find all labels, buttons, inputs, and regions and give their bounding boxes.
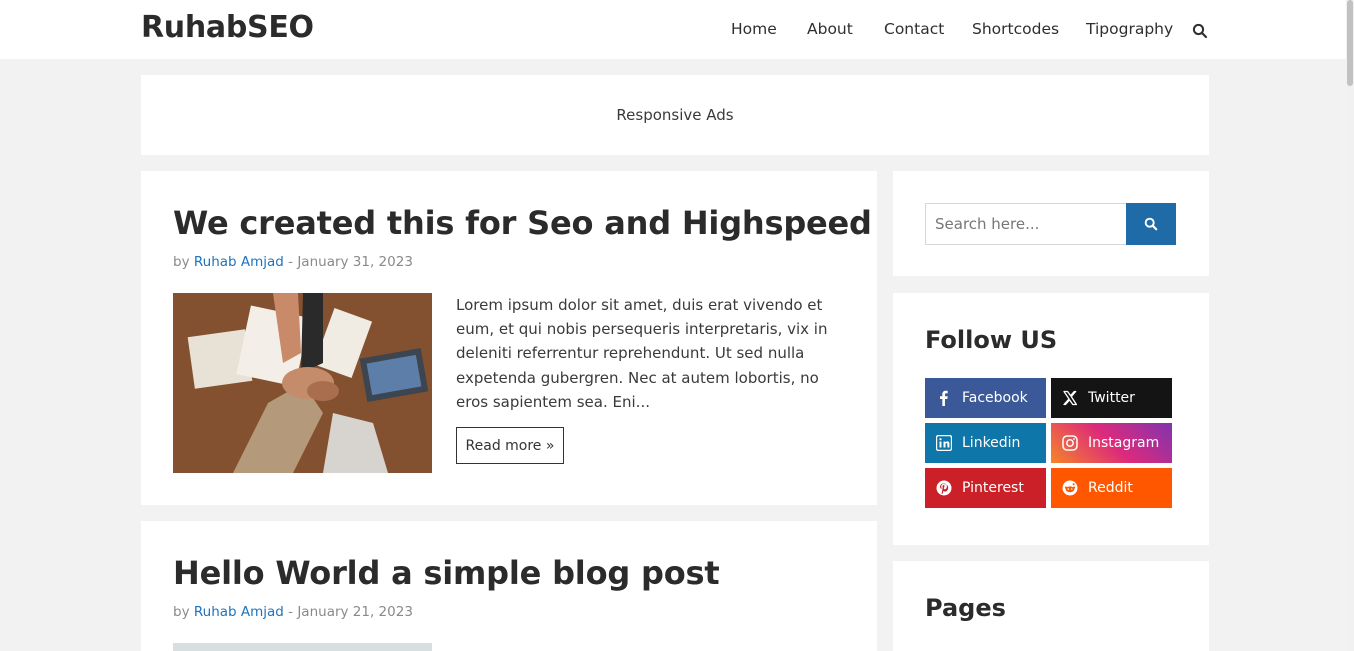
search-widget: Search here...	[893, 171, 1209, 276]
post-author-link[interactable]: Ruhab Amjad	[194, 254, 284, 270]
reddit-icon	[1062, 480, 1078, 496]
post-title[interactable]: Hello World a simple blog post	[173, 554, 720, 592]
instagram-button[interactable]: Instagram	[1051, 423, 1172, 463]
facebook-button[interactable]: Facebook	[925, 378, 1046, 418]
post-meta: by Ruhab Amjad - January 31, 2023	[173, 254, 413, 270]
post-meta-separator: -	[283, 254, 298, 270]
post-meta-separator: -	[283, 604, 298, 620]
post-card: Hello World a simple blog post by Ruhab …	[141, 521, 877, 651]
post-meta-by: by	[173, 604, 190, 620]
pages-widget: Pages	[893, 561, 1209, 651]
nav-item-about[interactable]: About	[807, 20, 853, 38]
linkedin-label: Linkedin	[962, 435, 1021, 451]
facebook-label: Facebook	[962, 390, 1028, 406]
pinterest-label: Pinterest	[962, 480, 1024, 496]
nav-item-shortcodes[interactable]: Shortcodes	[972, 20, 1059, 38]
reddit-button[interactable]: Reddit	[1051, 468, 1172, 508]
twitter-button[interactable]: Twitter	[1051, 378, 1172, 418]
post-date: January 21, 2023	[297, 604, 413, 620]
instagram-icon	[1062, 435, 1078, 451]
instagram-label: Instagram	[1088, 435, 1160, 451]
nav-item-tipography[interactable]: Tipography	[1086, 20, 1173, 38]
site-header: RuhabSEO Home About Contact Shortcodes T…	[0, 0, 1354, 59]
pinterest-button[interactable]: Pinterest	[925, 468, 1046, 508]
pinterest-icon	[936, 480, 952, 496]
post-title[interactable]: We created this for Seo and Highspeed	[173, 204, 872, 242]
ad-banner: Responsive Ads	[141, 75, 1209, 155]
scrollbar-thumb[interactable]	[1347, 0, 1353, 86]
post-excerpt: Lorem ipsum dolor sit amet, duis erat vi…	[456, 296, 828, 411]
facebook-icon	[936, 390, 952, 406]
search-icon[interactable]	[1192, 23, 1208, 39]
search-placeholder: Search here...	[935, 215, 1040, 233]
nav-item-contact[interactable]: Contact	[884, 20, 944, 38]
follow-widget: Follow US Facebook Twitter Linkedin Inst…	[893, 293, 1209, 545]
x-twitter-icon	[1062, 390, 1078, 406]
search-icon	[1144, 217, 1158, 231]
search-button[interactable]	[1126, 203, 1176, 245]
widget-title: Follow US	[925, 326, 1058, 354]
search-input[interactable]: Search here...	[925, 203, 1127, 245]
post-date: January 31, 2023	[297, 254, 413, 270]
main-nav: Home About Contact Shortcodes Tipography	[0, 20, 1354, 42]
post-thumbnail[interactable]	[173, 293, 432, 473]
post-meta-by: by	[173, 254, 190, 270]
read-more-button[interactable]: Read more »	[456, 427, 564, 464]
post-author-link[interactable]: Ruhab Amjad	[194, 604, 284, 620]
post-meta: by Ruhab Amjad - January 21, 2023	[173, 604, 413, 620]
post-thumbnail[interactable]	[173, 643, 432, 651]
twitter-label: Twitter	[1088, 390, 1135, 406]
linkedin-button[interactable]: Linkedin	[925, 423, 1046, 463]
page-scrollbar[interactable]	[1346, 0, 1354, 651]
post-card: We created this for Seo and Highspeed by…	[141, 171, 877, 505]
linkedin-icon	[935, 434, 953, 452]
ad-label: Responsive Ads	[616, 106, 734, 124]
nav-item-home[interactable]: Home	[731, 20, 777, 38]
widget-title: Pages	[925, 594, 1006, 622]
reddit-label: Reddit	[1088, 480, 1133, 496]
